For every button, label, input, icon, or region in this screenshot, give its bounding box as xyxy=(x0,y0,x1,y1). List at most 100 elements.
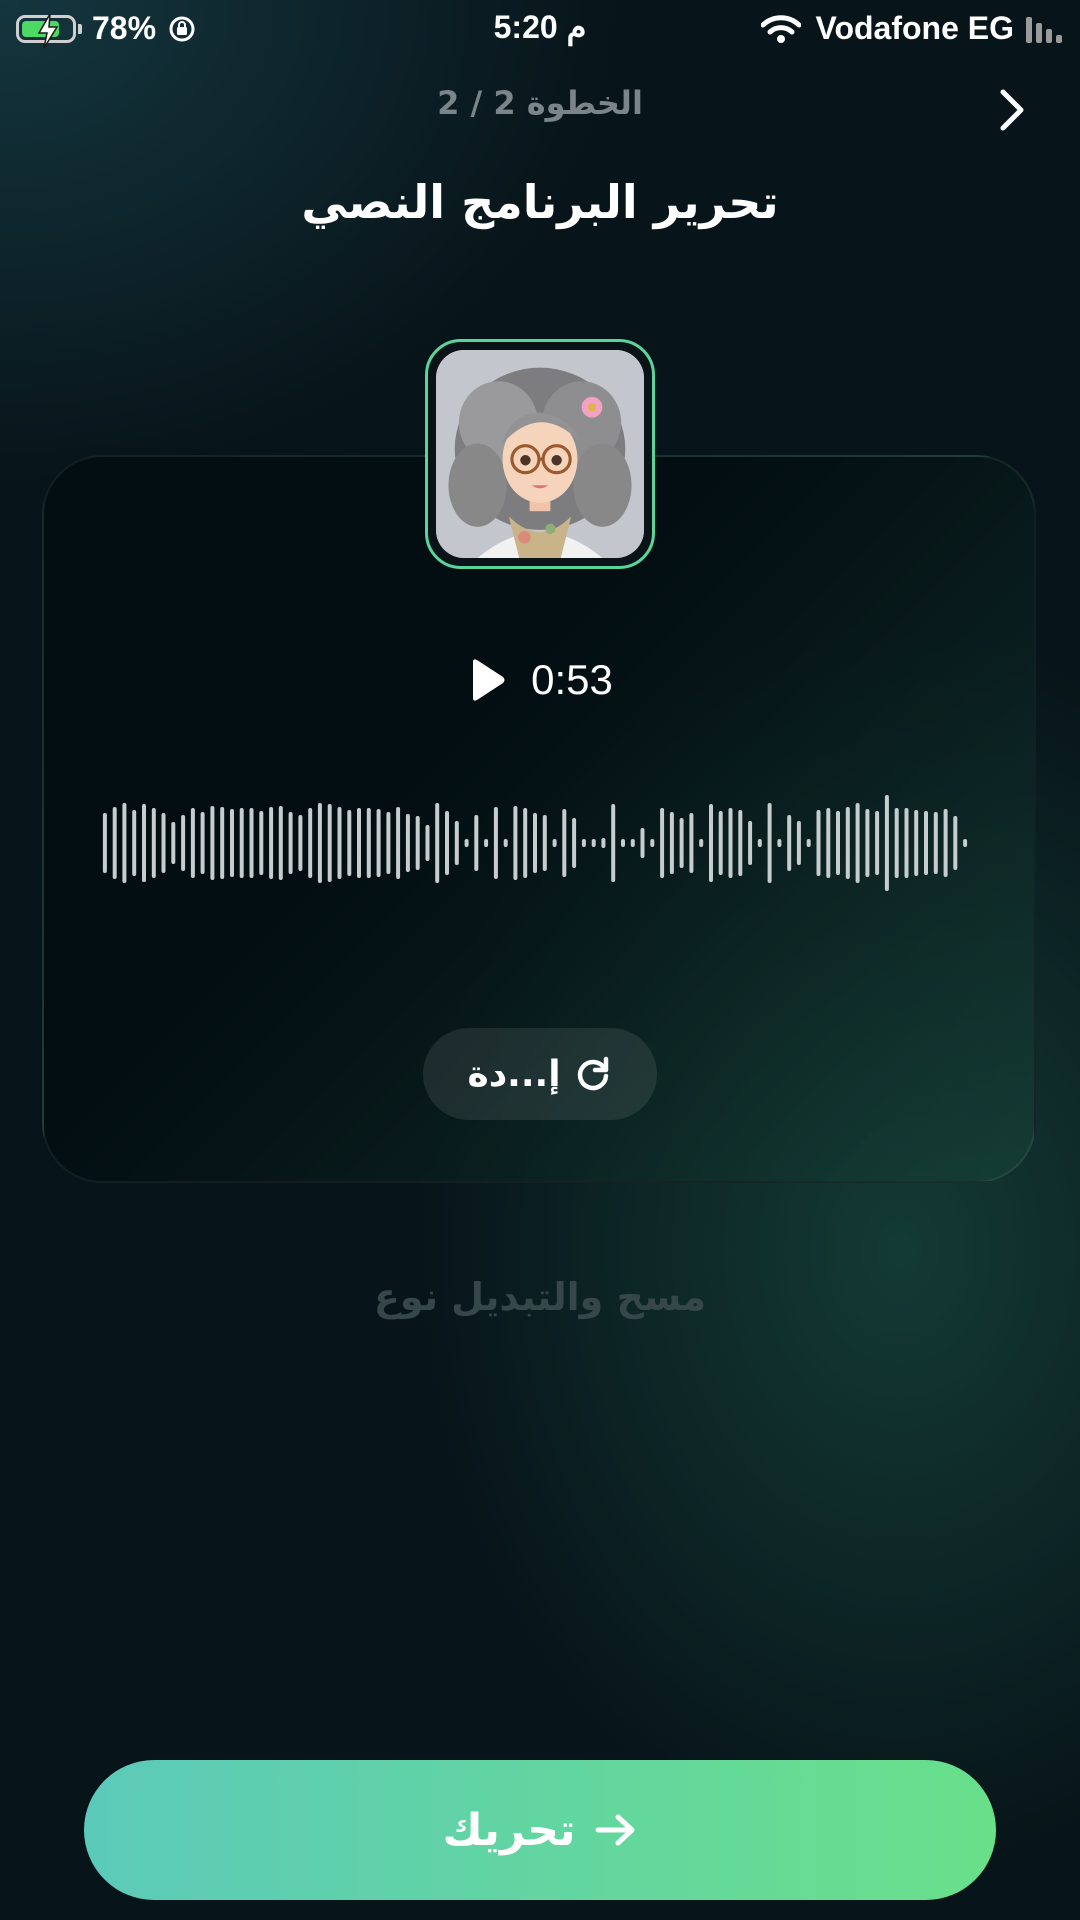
waveform-bar xyxy=(200,812,205,874)
waveform-bar xyxy=(669,812,674,874)
waveform-bar xyxy=(259,811,264,875)
waveform-bar xyxy=(523,808,528,878)
waveform-bar xyxy=(757,839,762,847)
waveform-bar xyxy=(151,808,156,878)
waveform-bar xyxy=(767,803,772,883)
waveform-bar xyxy=(171,822,176,864)
redo-label: إ...دة xyxy=(467,1053,561,1095)
avatar xyxy=(436,350,644,558)
waveform-bar xyxy=(836,811,840,875)
waveform-bar xyxy=(503,839,508,847)
waveform-bar xyxy=(102,813,107,873)
step-indicator: الخطوة 2 / 2 xyxy=(437,84,643,122)
waveform-bar xyxy=(454,821,459,865)
waveform-bar xyxy=(493,807,498,879)
waveform-bar xyxy=(327,804,332,882)
waveform-bar xyxy=(249,808,254,878)
waveform-bar xyxy=(484,839,489,847)
refresh-icon xyxy=(577,1056,608,1091)
audio-waveform[interactable] xyxy=(100,788,970,898)
waveform-bar xyxy=(317,803,322,883)
waveform-bar xyxy=(796,821,801,865)
waveform-bar xyxy=(425,825,430,861)
waveform-bar xyxy=(181,815,186,871)
waveform-bar xyxy=(953,816,958,870)
waveform-bar xyxy=(748,821,753,865)
waveform-bar xyxy=(914,810,919,876)
animate-label: تحريك xyxy=(442,1804,576,1856)
waveform-bar xyxy=(884,795,889,891)
waveform-bar xyxy=(621,839,625,847)
waveform-bar xyxy=(865,809,870,877)
waveform-bar xyxy=(210,806,215,880)
waveform-bar xyxy=(142,804,146,882)
waveform-bar xyxy=(474,815,479,871)
waveform-bar xyxy=(396,807,401,879)
avatar-frame xyxy=(425,339,655,569)
waveform-bar xyxy=(650,839,655,847)
waveform-bar xyxy=(963,839,968,847)
waveform-bar xyxy=(112,807,117,879)
waveform-bar xyxy=(894,808,899,878)
waveform-bar xyxy=(278,806,283,880)
waveform-bar xyxy=(806,839,811,847)
waveform-bar xyxy=(591,839,596,847)
waveform-bar xyxy=(464,839,469,847)
signal-icon xyxy=(1026,15,1066,43)
waveform-bar xyxy=(855,803,860,883)
waveform-bar xyxy=(357,808,361,878)
waveform-bar xyxy=(308,808,313,878)
waveform-bar xyxy=(630,839,635,847)
waveform-bar xyxy=(405,814,410,872)
play-icon[interactable] xyxy=(467,658,507,702)
avatar-illustration xyxy=(436,350,644,558)
waveform-bar xyxy=(122,803,127,883)
waveform-bar xyxy=(660,808,665,878)
waveform-bar xyxy=(347,810,352,876)
waveform-bar xyxy=(298,815,303,871)
waveform-bar xyxy=(190,808,195,878)
waveform-bar xyxy=(679,818,684,868)
waveform-bar xyxy=(533,813,537,873)
waveform-bar xyxy=(777,839,782,847)
waveform-bar xyxy=(435,803,440,883)
waveform-bar xyxy=(904,808,909,878)
redo-button[interactable]: إ...دة xyxy=(423,1028,657,1120)
waveform-bar xyxy=(826,808,831,878)
waveform-bar xyxy=(415,816,420,870)
waveform-bar xyxy=(337,807,342,879)
waveform-bar xyxy=(845,807,850,879)
waveform-bar xyxy=(288,812,293,874)
waveform-bar xyxy=(572,818,577,868)
waveform-bar xyxy=(386,812,391,874)
clear-and-switch-link[interactable]: مسح والتبديل نوع xyxy=(0,1275,1080,1319)
carrier-name: Vodafone EG xyxy=(815,10,1014,46)
waveform-bar xyxy=(601,838,606,848)
waveform-bar xyxy=(611,804,616,882)
waveform-bar xyxy=(924,811,928,875)
audio-duration: 0:53 xyxy=(531,656,613,703)
waveform-bar xyxy=(220,807,225,879)
waveform-bar xyxy=(875,811,880,875)
player-row: 0:53 xyxy=(0,656,1080,704)
waveform-bar xyxy=(933,812,938,874)
waveform-bar xyxy=(376,809,381,877)
waveform-bar xyxy=(542,815,547,871)
status-bar: 78% 5:20 م Vodafone EG xyxy=(0,0,1080,56)
wifi-icon xyxy=(761,14,802,43)
waveform-bar xyxy=(230,809,234,877)
waveform-bar xyxy=(718,811,723,875)
page-title: تحرير البرنامج النصي xyxy=(301,175,779,229)
waveform-bar xyxy=(366,808,371,878)
arrow-right-icon xyxy=(595,1814,635,1846)
waveform-bar xyxy=(943,809,948,877)
waveform-bar xyxy=(689,813,694,873)
waveform-bar xyxy=(816,810,821,876)
waveform-bar xyxy=(513,806,518,880)
status-right: Vodafone EG xyxy=(761,10,1066,47)
waveform-bar xyxy=(239,808,244,878)
waveform-bar xyxy=(132,810,137,876)
waveform-bar xyxy=(709,804,713,882)
animate-button[interactable]: تحريك xyxy=(84,1760,996,1900)
waveform-bar xyxy=(738,810,743,876)
